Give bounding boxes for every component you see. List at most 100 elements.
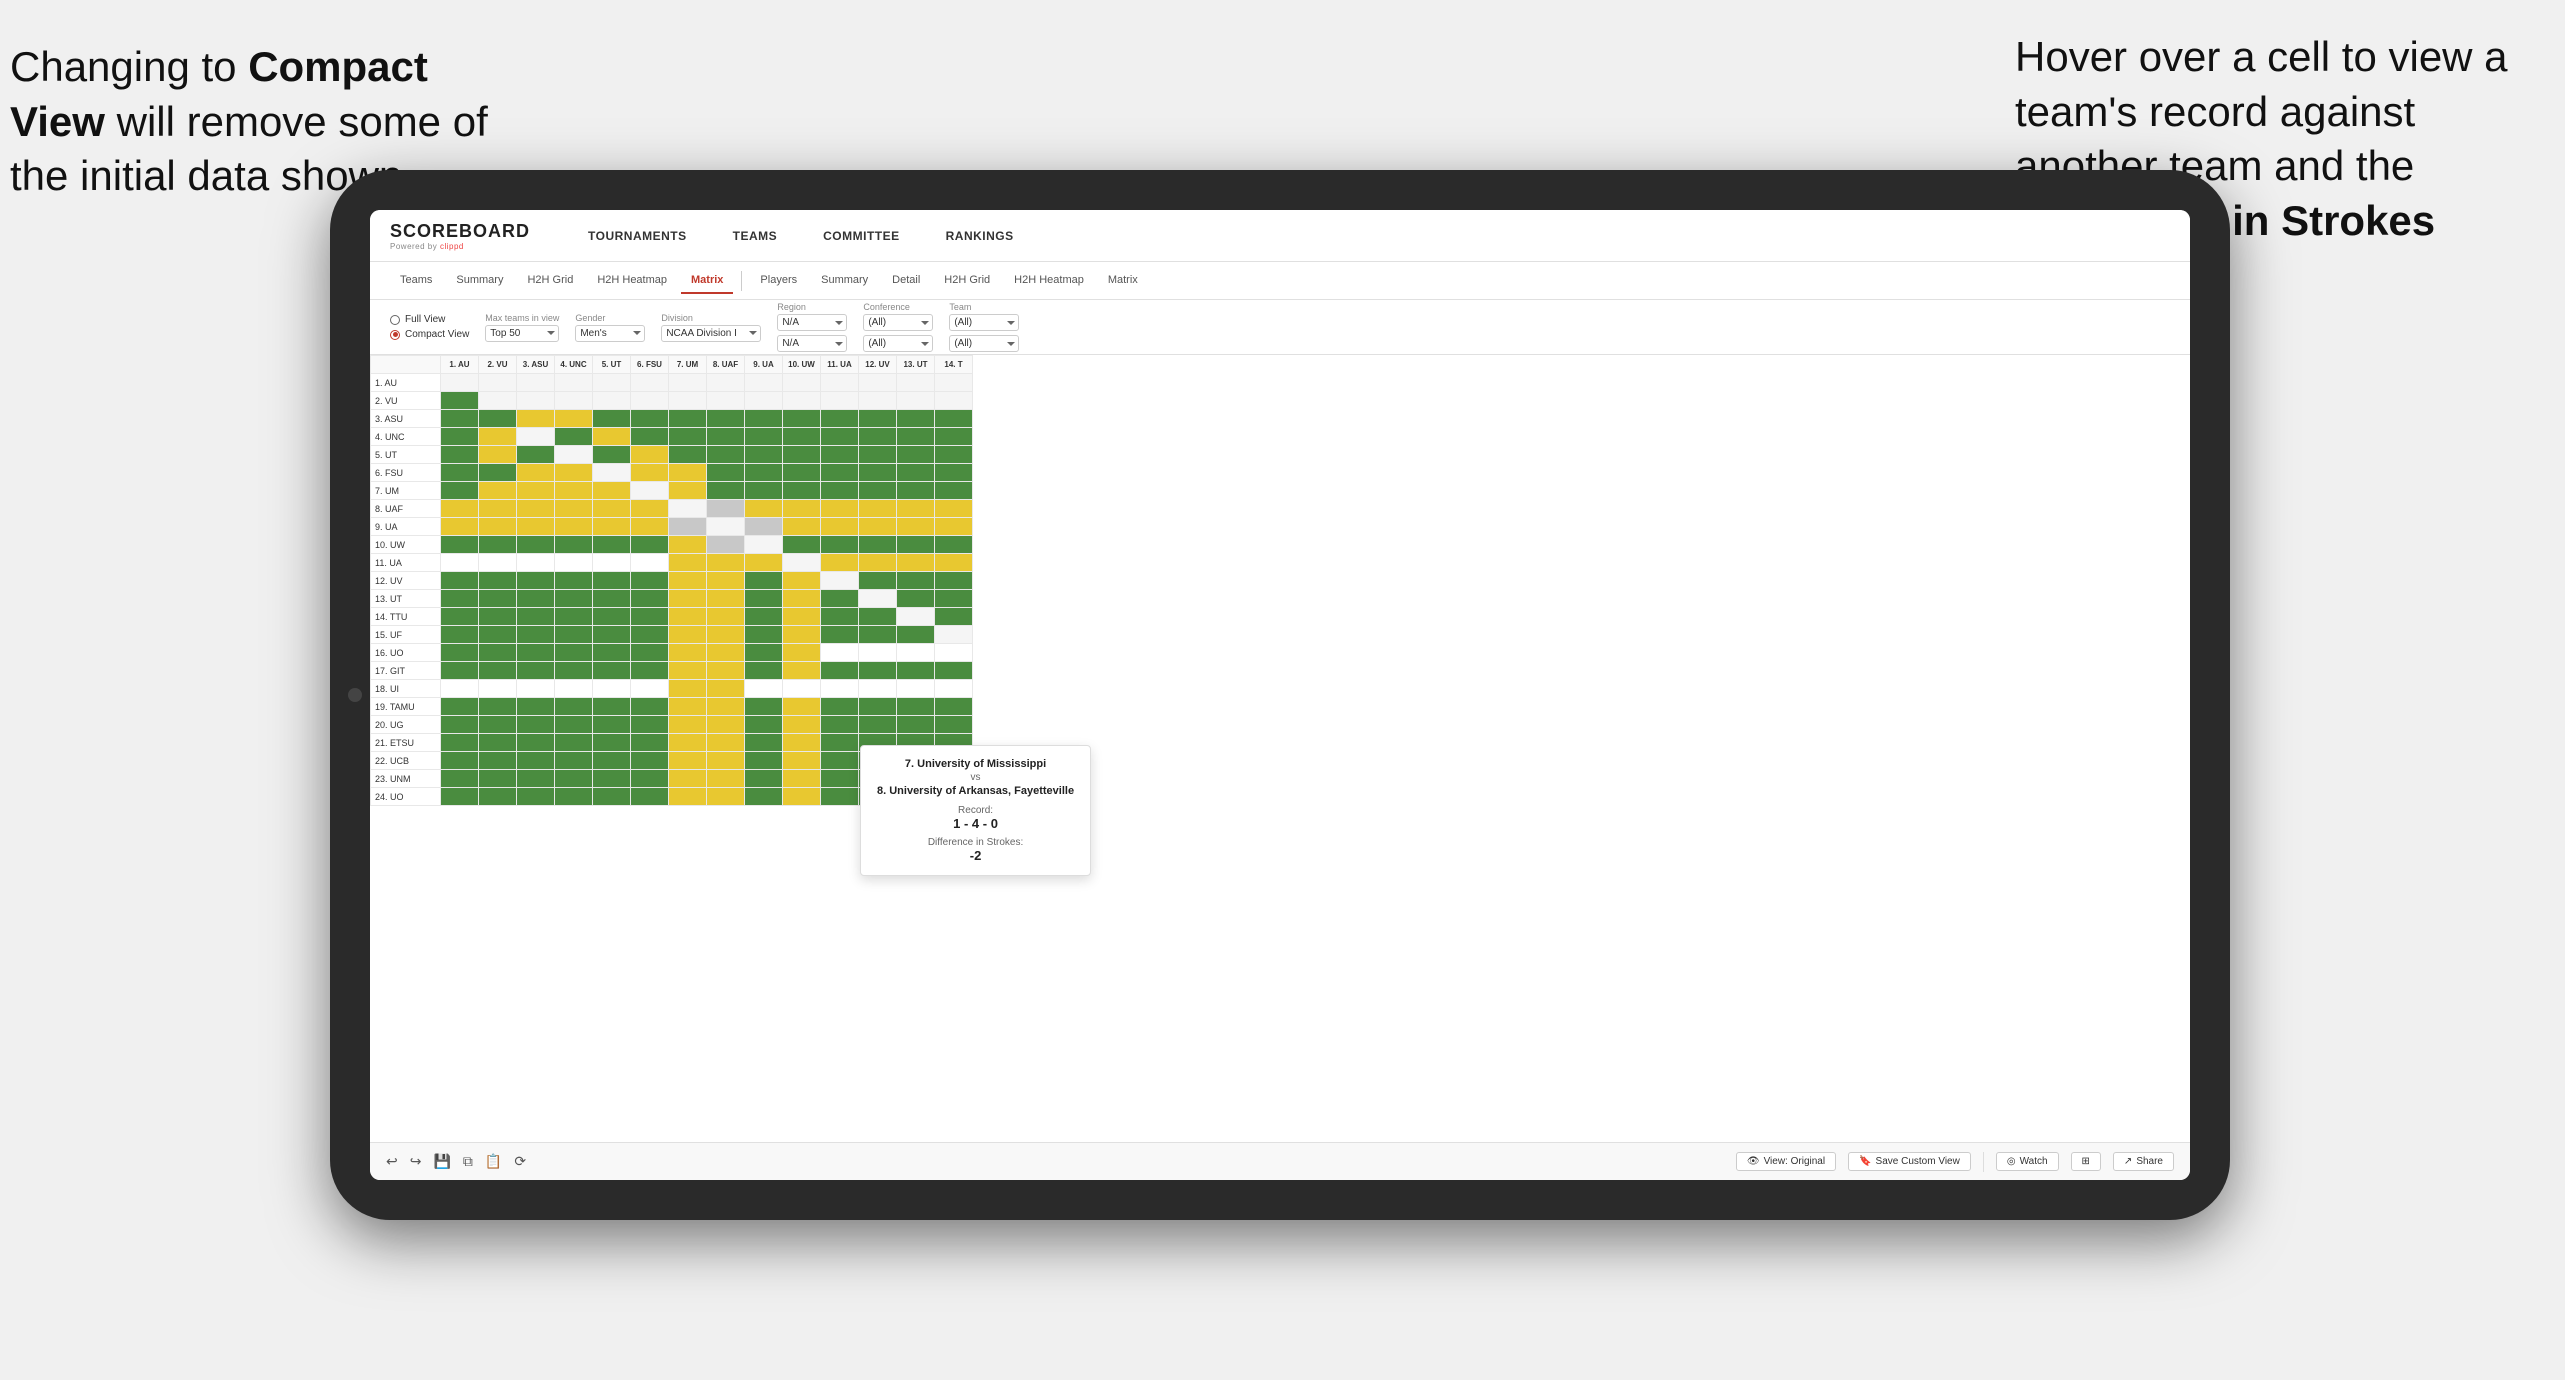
matrix-cell[interactable]: [897, 680, 935, 698]
matrix-cell[interactable]: [935, 590, 973, 608]
matrix-cell[interactable]: [897, 608, 935, 626]
matrix-cell[interactable]: [935, 446, 973, 464]
matrix-cell[interactable]: [441, 446, 479, 464]
save-icon[interactable]: 💾: [433, 1153, 450, 1170]
matrix-cell[interactable]: [631, 428, 669, 446]
matrix-cell[interactable]: [783, 392, 821, 410]
matrix-cell[interactable]: [441, 590, 479, 608]
matrix-cell[interactable]: [631, 608, 669, 626]
matrix-cell[interactable]: [593, 428, 631, 446]
matrix-cell[interactable]: [593, 770, 631, 788]
matrix-cell[interactable]: [631, 752, 669, 770]
matrix-cell[interactable]: [631, 716, 669, 734]
matrix-cell[interactable]: [707, 536, 745, 554]
matrix-cell[interactable]: [555, 680, 593, 698]
matrix-cell[interactable]: [821, 662, 859, 680]
matrix-cell[interactable]: [821, 572, 859, 590]
matrix-cell[interactable]: [821, 392, 859, 410]
matrix-cell[interactable]: [897, 572, 935, 590]
matrix-cell[interactable]: [859, 446, 897, 464]
matrix-cell[interactable]: [897, 464, 935, 482]
matrix-cell[interactable]: [821, 590, 859, 608]
matrix-cell[interactable]: [669, 536, 707, 554]
matrix-cell[interactable]: [821, 446, 859, 464]
subnav-h2h-heatmap2[interactable]: H2H Heatmap: [1004, 268, 1094, 294]
matrix-cell[interactable]: [935, 464, 973, 482]
matrix-cell[interactable]: [441, 734, 479, 752]
matrix-cell[interactable]: [707, 392, 745, 410]
matrix-cell[interactable]: [631, 644, 669, 662]
matrix-cell[interactable]: [517, 734, 555, 752]
matrix-cell[interactable]: [783, 590, 821, 608]
matrix-cell[interactable]: [821, 626, 859, 644]
gender-select[interactable]: Men's: [575, 325, 645, 342]
matrix-cell[interactable]: [479, 680, 517, 698]
matrix-cell[interactable]: [707, 500, 745, 518]
matrix-cell[interactable]: [783, 698, 821, 716]
matrix-cell[interactable]: [745, 374, 783, 392]
copy-icon[interactable]: ⧉: [463, 1153, 473, 1170]
matrix-cell[interactable]: [669, 662, 707, 680]
matrix-cell[interactable]: [707, 428, 745, 446]
matrix-cell[interactable]: [859, 716, 897, 734]
share-btn[interactable]: ↗ Share: [2113, 1152, 2174, 1171]
matrix-cell[interactable]: [517, 788, 555, 806]
matrix-cell[interactable]: [517, 752, 555, 770]
matrix-cell[interactable]: [441, 626, 479, 644]
matrix-cell[interactable]: [555, 662, 593, 680]
matrix-cell[interactable]: [669, 554, 707, 572]
matrix-cell[interactable]: [593, 464, 631, 482]
matrix-cell[interactable]: [517, 410, 555, 428]
matrix-cell[interactable]: [517, 446, 555, 464]
matrix-cell[interactable]: [821, 374, 859, 392]
matrix-cell[interactable]: [821, 752, 859, 770]
matrix-cell[interactable]: [631, 464, 669, 482]
matrix-cell[interactable]: [707, 572, 745, 590]
matrix-cell[interactable]: [593, 680, 631, 698]
matrix-cell[interactable]: [707, 518, 745, 536]
matrix-cell[interactable]: [669, 608, 707, 626]
matrix-cell[interactable]: [783, 482, 821, 500]
matrix-cell[interactable]: [593, 518, 631, 536]
matrix-cell[interactable]: [441, 482, 479, 500]
matrix-cell[interactable]: [631, 482, 669, 500]
matrix-cell[interactable]: [631, 788, 669, 806]
matrix-cell[interactable]: [441, 680, 479, 698]
region-select[interactable]: N/A: [777, 314, 847, 331]
matrix-cell[interactable]: [783, 608, 821, 626]
matrix-cell[interactable]: [517, 518, 555, 536]
matrix-cell[interactable]: [859, 464, 897, 482]
matrix-cell[interactable]: [897, 446, 935, 464]
matrix-cell[interactable]: [555, 788, 593, 806]
redo-icon[interactable]: ↪: [410, 1153, 422, 1170]
matrix-cell[interactable]: [517, 608, 555, 626]
matrix-cell[interactable]: [479, 644, 517, 662]
matrix-cell[interactable]: [631, 698, 669, 716]
matrix-cell[interactable]: [631, 374, 669, 392]
matrix-cell[interactable]: [935, 536, 973, 554]
matrix-cell[interactable]: [859, 410, 897, 428]
matrix-cell[interactable]: [859, 644, 897, 662]
matrix-cell[interactable]: [707, 410, 745, 428]
matrix-cell[interactable]: [593, 572, 631, 590]
matrix-cell[interactable]: [479, 590, 517, 608]
matrix-cell[interactable]: [517, 464, 555, 482]
matrix-cell[interactable]: [441, 536, 479, 554]
matrix-cell[interactable]: [707, 734, 745, 752]
matrix-cell[interactable]: [707, 680, 745, 698]
matrix-cell[interactable]: [897, 428, 935, 446]
matrix-cell[interactable]: [745, 410, 783, 428]
matrix-cell[interactable]: [593, 482, 631, 500]
matrix-cell[interactable]: [669, 482, 707, 500]
matrix-cell[interactable]: [897, 536, 935, 554]
matrix-cell[interactable]: [745, 572, 783, 590]
matrix-cell[interactable]: [821, 482, 859, 500]
matrix-cell[interactable]: [745, 716, 783, 734]
matrix-cell[interactable]: [745, 788, 783, 806]
matrix-cell[interactable]: [745, 626, 783, 644]
matrix-cell[interactable]: [783, 554, 821, 572]
matrix-cell[interactable]: [669, 716, 707, 734]
refresh-icon[interactable]: ⟳: [514, 1153, 526, 1170]
matrix-cell[interactable]: [441, 464, 479, 482]
matrix-cell[interactable]: [555, 500, 593, 518]
